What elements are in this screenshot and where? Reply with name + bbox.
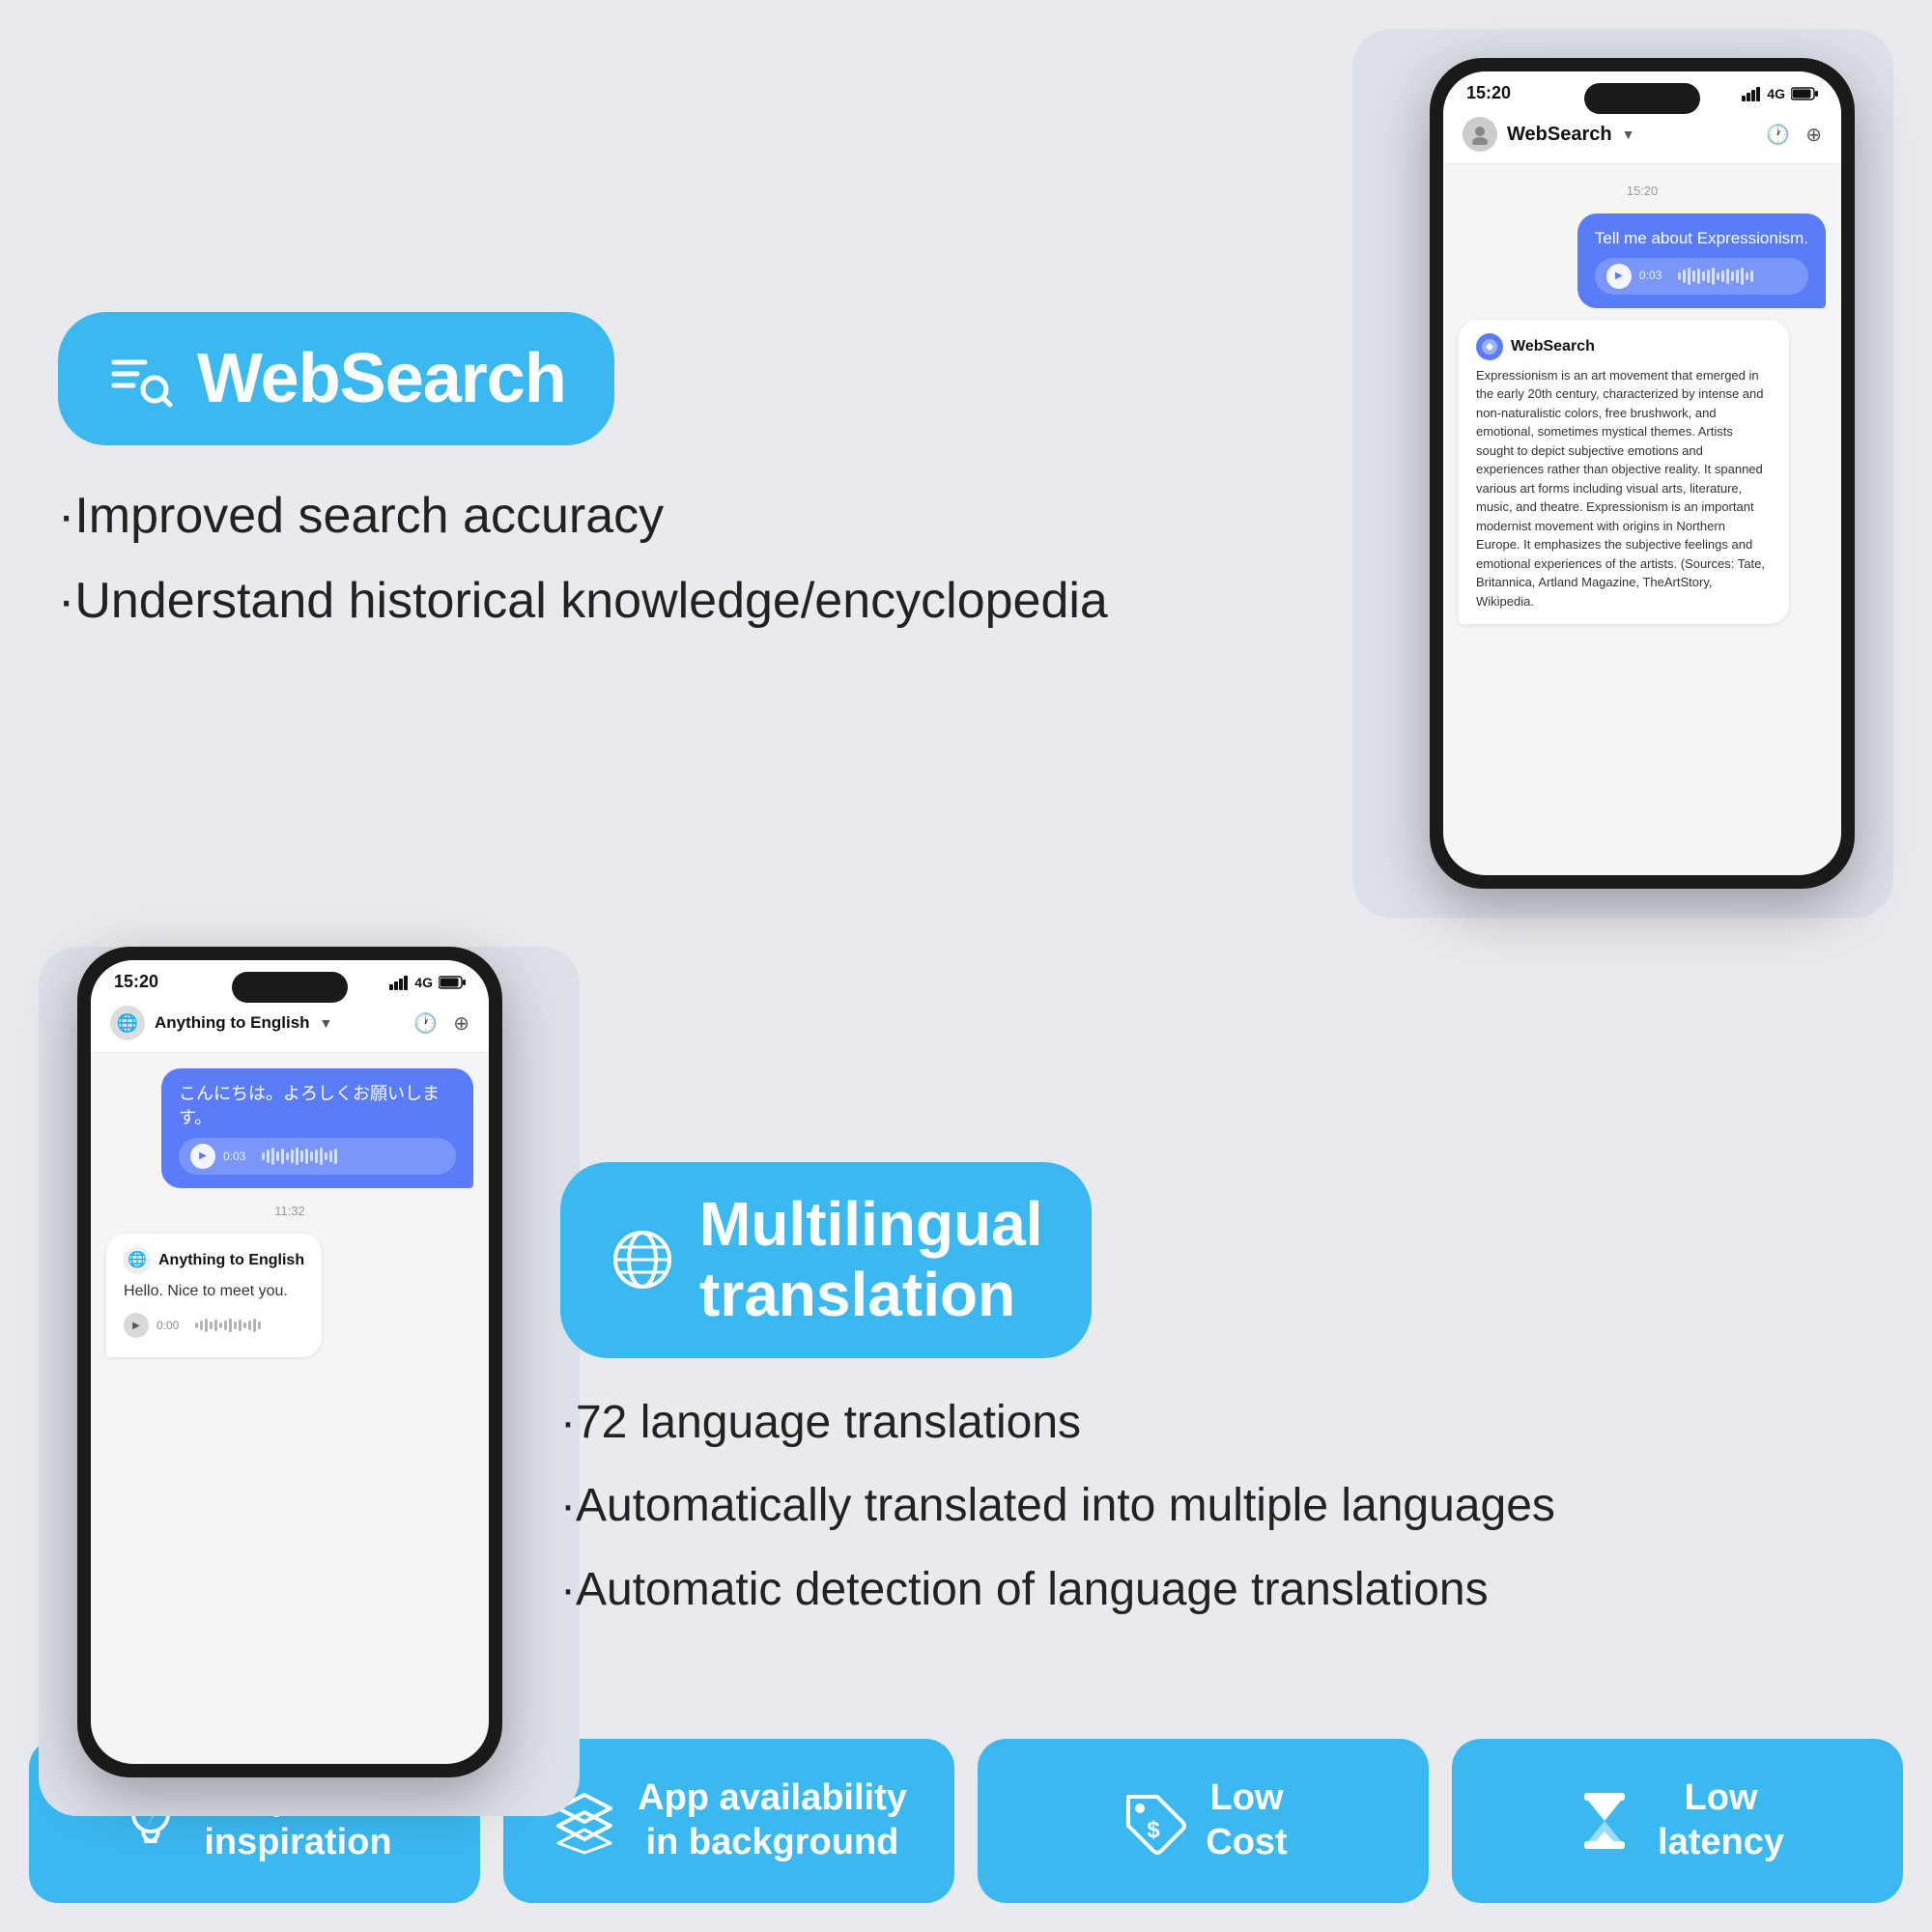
phone2-mockup: 15:20 4G: [77, 947, 502, 1777]
clock-icon-2[interactable]: 🕐: [413, 1011, 438, 1036]
phone2-time: 15:20: [114, 972, 158, 992]
waveform-user: [1678, 267, 1753, 286]
websearch-title: WebSearch: [197, 339, 566, 418]
translation-panel: Multilingual translation ·72 language tr…: [560, 947, 1874, 1835]
phone1-header-left: WebSearch ▼: [1463, 117, 1634, 152]
phone1-contact: WebSearch: [1507, 124, 1612, 146]
plus-icon-2[interactable]: ⊕: [453, 1011, 469, 1036]
ai-logo-icon: [1481, 338, 1498, 355]
translation-badge: Multilingual translation: [560, 1162, 1092, 1358]
translation-title: Multilingual translation: [699, 1189, 1043, 1331]
network-label-2: 4G: [414, 975, 433, 990]
english-msg-text: Hello. Nice to meet you.: [124, 1280, 304, 1303]
english-sender-name: Anything to English: [158, 1249, 304, 1272]
phone1-dynamic-island: [1584, 83, 1700, 114]
globe-icon: [609, 1226, 676, 1293]
websearch-bullet1: ·Improved search accuracy: [58, 484, 1372, 550]
phone1-header: WebSearch ▼ 🕐 ⊕: [1443, 107, 1841, 164]
websearch-bullet2: ·Understand historical knowledge/encyclo…: [58, 569, 1372, 635]
audio-bar-jp: ▶ 0:03: [179, 1138, 456, 1175]
phone2-avatar: 🌐: [110, 1006, 145, 1040]
clock-icon[interactable]: 🕐: [1766, 123, 1790, 147]
play-btn-jp[interactable]: ▶: [190, 1144, 215, 1169]
user-msg-bubble: Tell me about Expressionism. ▶ 0:03: [1577, 213, 1826, 308]
phone2-status-icons: 4G: [389, 975, 466, 990]
phone-panel-right: 15:20 4G: [1410, 58, 1874, 889]
phone2-header-left: 🌐 Anything to English ▼: [110, 1006, 332, 1040]
phone2-header: 🌐 Anything to English ▼ 🕐 ⊕: [91, 996, 489, 1053]
ai-msg-bubble: WebSearch Expressionism is an art moveme…: [1459, 320, 1789, 625]
phone1-header-icons: 🕐 ⊕: [1766, 123, 1822, 147]
phone1-messages: 15:20 Tell me about Expressionism. ▶ 0:0…: [1443, 164, 1841, 875]
phone1-avatar: [1463, 117, 1497, 152]
msg-time-1: 15:20: [1459, 184, 1826, 198]
translation-bullet2: ·Automatically translated into multiple …: [560, 1476, 1874, 1536]
msg-time-2: 11:32: [106, 1204, 473, 1218]
battery-icon-2: [439, 975, 466, 990]
waveform-jp: [262, 1147, 337, 1166]
plus-icon[interactable]: ⊕: [1805, 123, 1822, 147]
translation-bullet3: ·Automatic detection of language transla…: [560, 1560, 1874, 1620]
waveform-en: [195, 1316, 261, 1335]
phone2-contact: Anything to English: [155, 1013, 310, 1033]
play-btn-user[interactable]: ▶: [1606, 264, 1632, 289]
japanese-msg-text: こんにちは。よろしくお願いします。: [179, 1082, 456, 1130]
websearch-bullets: ·Improved search accuracy ·Understand hi…: [58, 484, 1372, 634]
websearch-badge: WebSearch: [58, 312, 614, 445]
ai-sender-icon: [1476, 333, 1503, 360]
english-sender-avatar: 🌐: [124, 1247, 151, 1274]
content-wrapper: WebSearch ·Improved search accuracy ·Und…: [0, 0, 1932, 1739]
ai-response-text: Expressionism is an art movement that em…: [1476, 366, 1772, 611]
phone-panel-left: 15:20 4G: [58, 947, 522, 1835]
user-msg-text: Tell me about Expressionism.: [1595, 227, 1808, 250]
bottom-section: 15:20 4G: [0, 927, 1932, 1855]
phone2-dynamic-island: [232, 972, 348, 1003]
network-label: 4G: [1767, 86, 1785, 101]
phone2-dropdown-arrow: ▼: [320, 1015, 333, 1031]
english-msg-bubble: 🌐 Anything to English Hello. Nice to mee…: [106, 1234, 322, 1357]
phone1-time: 15:20: [1466, 83, 1511, 103]
japanese-msg-bubble: こんにちは。よろしくお願いします。 ▶ 0:03: [161, 1068, 473, 1188]
audio-bar-user: ▶ 0:03: [1595, 258, 1808, 295]
phone1-status-icons: 4G: [1742, 86, 1818, 101]
phone1-mockup: 15:20 4G: [1430, 58, 1855, 889]
signal-icon-2: [389, 975, 409, 990]
phone1-screen: 15:20 4G: [1443, 71, 1841, 875]
translation-bullets: ·72 language translations ·Automatically…: [560, 1393, 1874, 1620]
ai-sender-name: WebSearch: [1511, 335, 1595, 358]
audio-bar-en: ▶ 0:00: [124, 1307, 304, 1344]
signal-icon: [1742, 86, 1761, 101]
phone2-header-icons: 🕐 ⊕: [413, 1011, 469, 1036]
audio-time-user: 0:03: [1639, 268, 1670, 284]
top-section: WebSearch ·Improved search accuracy ·Und…: [0, 0, 1932, 927]
phone2-messages: こんにちは。よろしくお願いします。 ▶ 0:03: [91, 1053, 489, 1764]
avatar-icon: [1469, 124, 1491, 145]
ai-sender: WebSearch: [1476, 333, 1772, 360]
websearch-panel: WebSearch ·Improved search accuracy ·Und…: [58, 58, 1372, 889]
audio-time-jp: 0:03: [223, 1149, 254, 1165]
translation-bullet1: ·72 language translations: [560, 1393, 1874, 1453]
play-btn-en[interactable]: ▶: [124, 1313, 149, 1338]
phone2-screen: 15:20 4G: [91, 960, 489, 1764]
battery-icon: [1791, 86, 1818, 101]
phone1-dropdown-arrow: ▼: [1622, 127, 1635, 142]
english-sender: 🌐 Anything to English: [124, 1247, 304, 1274]
websearch-icon: [106, 345, 174, 412]
audio-time-en: 0:00: [156, 1317, 187, 1334]
